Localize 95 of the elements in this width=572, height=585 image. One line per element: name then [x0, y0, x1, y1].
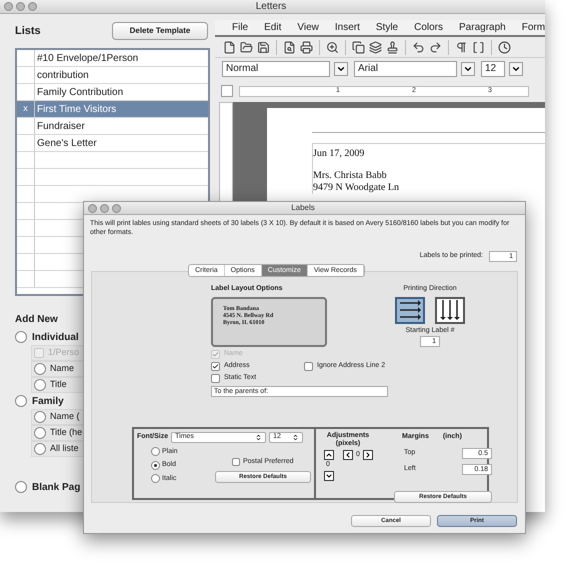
list-item-label: Fundraiser: [36, 120, 85, 134]
close-button[interactable]: [4, 2, 13, 11]
nudge-down-button[interactable]: [324, 470, 334, 480]
redo-icon[interactable]: [429, 40, 442, 54]
pilcrow-icon[interactable]: [455, 40, 468, 54]
radio-button[interactable]: [151, 447, 160, 456]
checkbox[interactable]: [211, 374, 220, 383]
section-title: Lists: [15, 24, 41, 39]
close-button[interactable]: [88, 204, 97, 212]
nudge-up-button[interactable]: [324, 450, 334, 460]
option-label: Blank Pag: [32, 480, 80, 494]
radio-button[interactable]: [151, 460, 160, 470]
caret-icon: [463, 64, 473, 74]
checkbox[interactable]: [211, 362, 220, 371]
option-label: 1/Perso: [48, 346, 80, 360]
selection-mark: x: [23, 102, 28, 116]
folder-icon[interactable]: [240, 40, 253, 54]
copy-icon[interactable]: [352, 40, 365, 54]
stepper-arrows-icon: [292, 434, 300, 440]
direction-button[interactable]: [435, 296, 465, 324]
up-chevron-icon: [325, 450, 333, 459]
nudge-right-button[interactable]: [362, 450, 373, 460]
zoom-button[interactable]: [28, 2, 37, 11]
rows-arrow-icon: [398, 299, 422, 321]
minimize-button[interactable]: [16, 2, 25, 11]
menu-item[interactable]: File: [232, 20, 248, 35]
brackets-icon[interactable]: [472, 40, 485, 54]
menu-item[interactable]: Insert: [334, 20, 360, 35]
checkbox[interactable]: [304, 362, 313, 371]
radio-button[interactable]: [34, 411, 46, 423]
style-dropdown[interactable]: Normal: [222, 61, 330, 77]
list-item-label: Gene's Letter: [36, 137, 97, 151]
option-label: Title: [50, 378, 67, 392]
option-label: Family: [32, 394, 64, 408]
menu-item[interactable]: View: [297, 20, 319, 35]
caret-icon: [336, 64, 346, 74]
letter-line: 9479 N Woodgate Ln: [313, 182, 400, 194]
right-chevron-icon: [364, 450, 372, 459]
direction-button[interactable]: [395, 296, 425, 324]
list-row[interactable]: #10 Envelope/1Person: [17, 50, 208, 67]
window-title: Letters: [256, 0, 286, 14]
file-icon[interactable]: [223, 40, 236, 54]
zoom-button[interactable]: [112, 204, 121, 212]
minimize-button[interactable]: [100, 204, 109, 212]
dropdown-button[interactable]: [509, 62, 523, 76]
menu-item[interactable]: Edit: [264, 20, 282, 35]
list-row[interactable]: x First Time Visitors: [17, 101, 208, 118]
radio-button[interactable]: [15, 481, 27, 493]
list-item-label: Family Contribution: [36, 86, 124, 100]
nudge-left-button[interactable]: [343, 450, 353, 460]
checkbox[interactable]: [232, 458, 240, 466]
letter-line: Mrs. Christa Babb: [313, 170, 388, 182]
menu-item[interactable]: Form: [522, 20, 546, 35]
letter-line: Jun 17, 2009: [313, 148, 366, 160]
option-label: Title (he: [50, 426, 82, 440]
stack-icon[interactable]: [369, 40, 382, 54]
list-row[interactable]: contribution: [17, 67, 208, 84]
size-dropdown[interactable]: 12: [481, 61, 505, 77]
option-label: Name (: [50, 410, 80, 424]
radio-button[interactable]: [34, 363, 46, 375]
left-chevron-icon: [344, 450, 352, 459]
caret-icon: [511, 64, 521, 74]
magnifier-icon[interactable]: [326, 40, 339, 54]
down-chevron-icon: [325, 472, 333, 480]
stamp-icon[interactable]: [386, 40, 399, 54]
list-row[interactable]: Gene's Letter: [17, 135, 208, 152]
list-row[interactable]: Fundraiser: [17, 118, 208, 135]
window-title: Labels: [291, 202, 315, 214]
radio-button[interactable]: [34, 443, 46, 455]
radio-button[interactable]: [15, 395, 27, 407]
menu-item[interactable]: Style: [376, 20, 398, 35]
undo-icon[interactable]: [412, 40, 425, 54]
clock-icon[interactable]: [498, 40, 511, 54]
radio-button[interactable]: [151, 474, 160, 484]
radio-button[interactable]: [34, 427, 46, 439]
dropdown-button[interactable]: [334, 62, 348, 76]
option-label: All liste: [50, 442, 79, 456]
menu-item[interactable]: Colors: [414, 20, 444, 35]
delete-template-button[interactable]: Delete Template: [112, 22, 208, 40]
printer-icon[interactable]: [300, 40, 313, 54]
menu-item[interactable]: Paragraph: [459, 20, 506, 35]
font-dropdown[interactable]: Arial: [354, 61, 457, 77]
tab-stop-button[interactable]: [221, 85, 233, 97]
list-item-label: contribution: [36, 69, 89, 83]
option-label: Individual: [32, 330, 79, 344]
stepper-arrows-icon: [255, 434, 262, 440]
section-title: Add New: [15, 313, 59, 327]
radio-button[interactable]: [34, 379, 46, 391]
list-item-label: #10 Envelope/1Person: [36, 52, 138, 66]
dropdown-button[interactable]: [461, 62, 475, 76]
document-magnifier-icon[interactable]: [283, 40, 296, 54]
radio-button[interactable]: [15, 331, 27, 343]
option-label: Name: [50, 362, 74, 376]
list-item-label: First Time Visitors: [36, 103, 116, 117]
columns-arrow-icon: [438, 299, 462, 321]
